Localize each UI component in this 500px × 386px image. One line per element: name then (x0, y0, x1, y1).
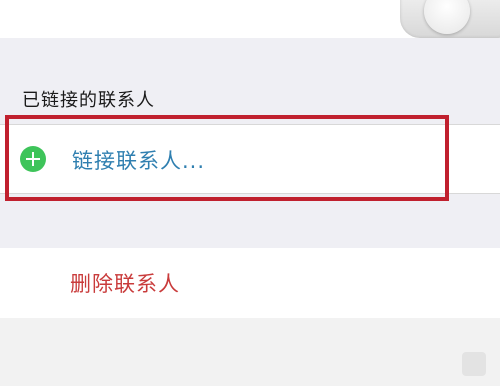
watermark-icon (462, 352, 486, 376)
highlight-annotation-box (5, 115, 449, 201)
delete-contact-row[interactable]: 删除联系人 (0, 248, 500, 318)
top-bar (0, 0, 500, 38)
section-header-linked-contacts: 已链接的联系人 (22, 90, 155, 111)
delete-contact-label[interactable]: 删除联系人 (70, 268, 198, 298)
corner-toggle-switch[interactable] (400, 0, 500, 38)
bottom-area (0, 318, 500, 386)
toggle-knob-icon (424, 0, 470, 34)
